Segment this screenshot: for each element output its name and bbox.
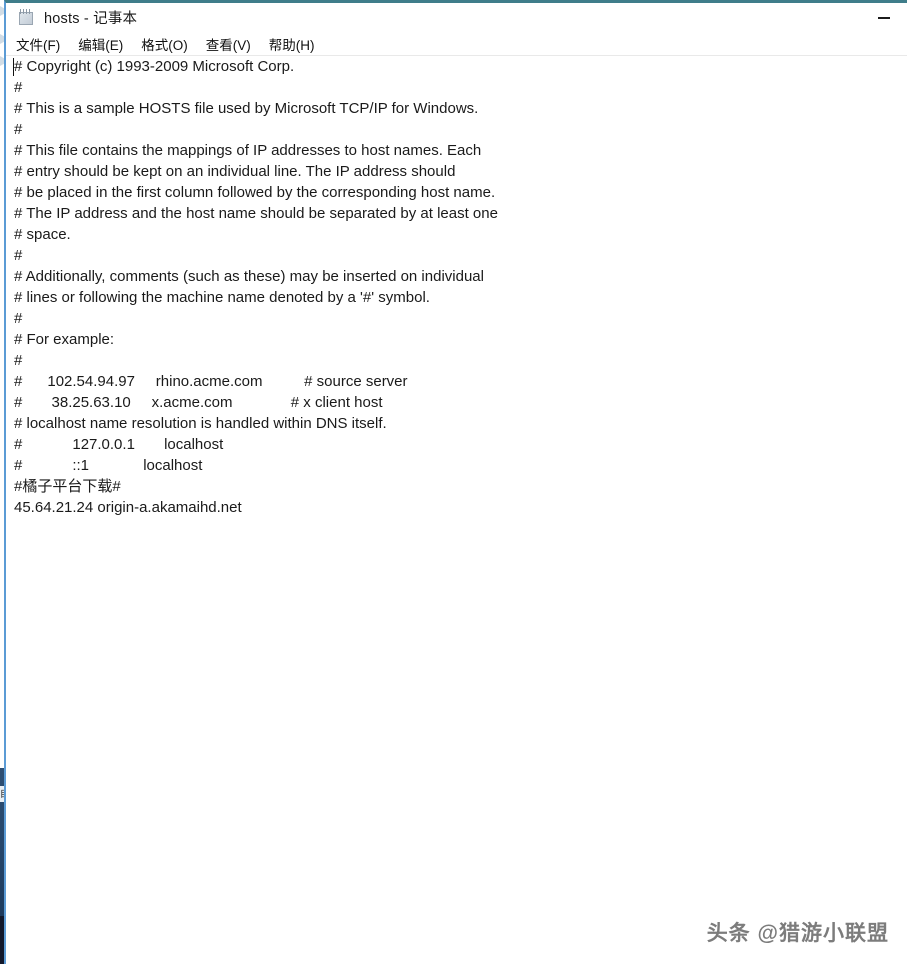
hosts-file-content[interactable]: # Copyright (c) 1993-2009 Microsoft Corp… bbox=[14, 56, 907, 518]
menu-bar: 文件(F) 编辑(E) 格式(O) 查看(V) 帮助(H) bbox=[6, 32, 907, 55]
text-line: # 127.0.0.1 localhost bbox=[14, 436, 224, 453]
text-line: # bbox=[14, 310, 23, 327]
text-line: # This file contains the mappings of IP … bbox=[14, 142, 482, 159]
menu-item-view[interactable]: 查看(V) bbox=[205, 32, 252, 56]
menu-item-format[interactable]: 格式(O) bbox=[140, 32, 189, 56]
text-line: # bbox=[14, 79, 23, 96]
text-line: # localhost name resolution is handled w… bbox=[14, 415, 387, 432]
menu-item-file[interactable]: 文件(F) bbox=[15, 32, 61, 56]
text-line: # bbox=[14, 121, 23, 138]
text-line: 45.64.21.24 origin-a.akamaihd.net bbox=[14, 499, 242, 516]
text-line: # This is a sample HOSTS file used by Mi… bbox=[14, 100, 479, 117]
text-editor-area[interactable]: # Copyright (c) 1993-2009 Microsoft Corp… bbox=[6, 56, 907, 964]
text-line: # be placed in the first column followed… bbox=[14, 184, 496, 201]
notepad-window: hosts - 记事本 文件(F) 编辑(E) 格式(O) 查看(V) 帮助(H… bbox=[4, 0, 907, 964]
text-line: # 102.54.94.97 rhino.acme.com # source s… bbox=[14, 373, 408, 390]
minimize-icon bbox=[878, 16, 890, 19]
text-line: # ::1 localhost bbox=[14, 457, 203, 474]
text-line: # bbox=[14, 352, 23, 369]
menu-item-edit[interactable]: 编辑(E) bbox=[77, 32, 124, 56]
text-line: # space. bbox=[14, 226, 71, 243]
text-line: # bbox=[14, 247, 23, 264]
minimize-button[interactable] bbox=[861, 5, 907, 31]
text-line: # Copyright (c) 1993-2009 Microsoft Corp… bbox=[14, 58, 295, 75]
window-title: hosts - 记事本 bbox=[44, 11, 138, 27]
notepad-icon bbox=[18, 9, 35, 26]
screen: 目 hosts - 记事本 文件(F) 编辑(E) 格式(O) 查看(V) 帮助… bbox=[0, 0, 907, 964]
text-line: # For example: bbox=[14, 331, 115, 348]
window-controls bbox=[861, 3, 907, 32]
text-line: # entry should be kept on an individual … bbox=[14, 163, 456, 180]
text-line: # Additionally, comments (such as these)… bbox=[14, 268, 484, 285]
text-line: # lines or following the machine name de… bbox=[14, 289, 430, 306]
menu-item-help[interactable]: 帮助(H) bbox=[268, 32, 316, 56]
title-bar: hosts - 记事本 bbox=[6, 3, 907, 32]
watermark: 头条 @猎游小联盟 bbox=[706, 922, 889, 945]
text-line: # 38.25.63.10 x.acme.com # x client host bbox=[14, 394, 383, 411]
text-line: #橘子平台下载# bbox=[14, 478, 121, 495]
text-line: # The IP address and the host name shoul… bbox=[14, 205, 498, 222]
